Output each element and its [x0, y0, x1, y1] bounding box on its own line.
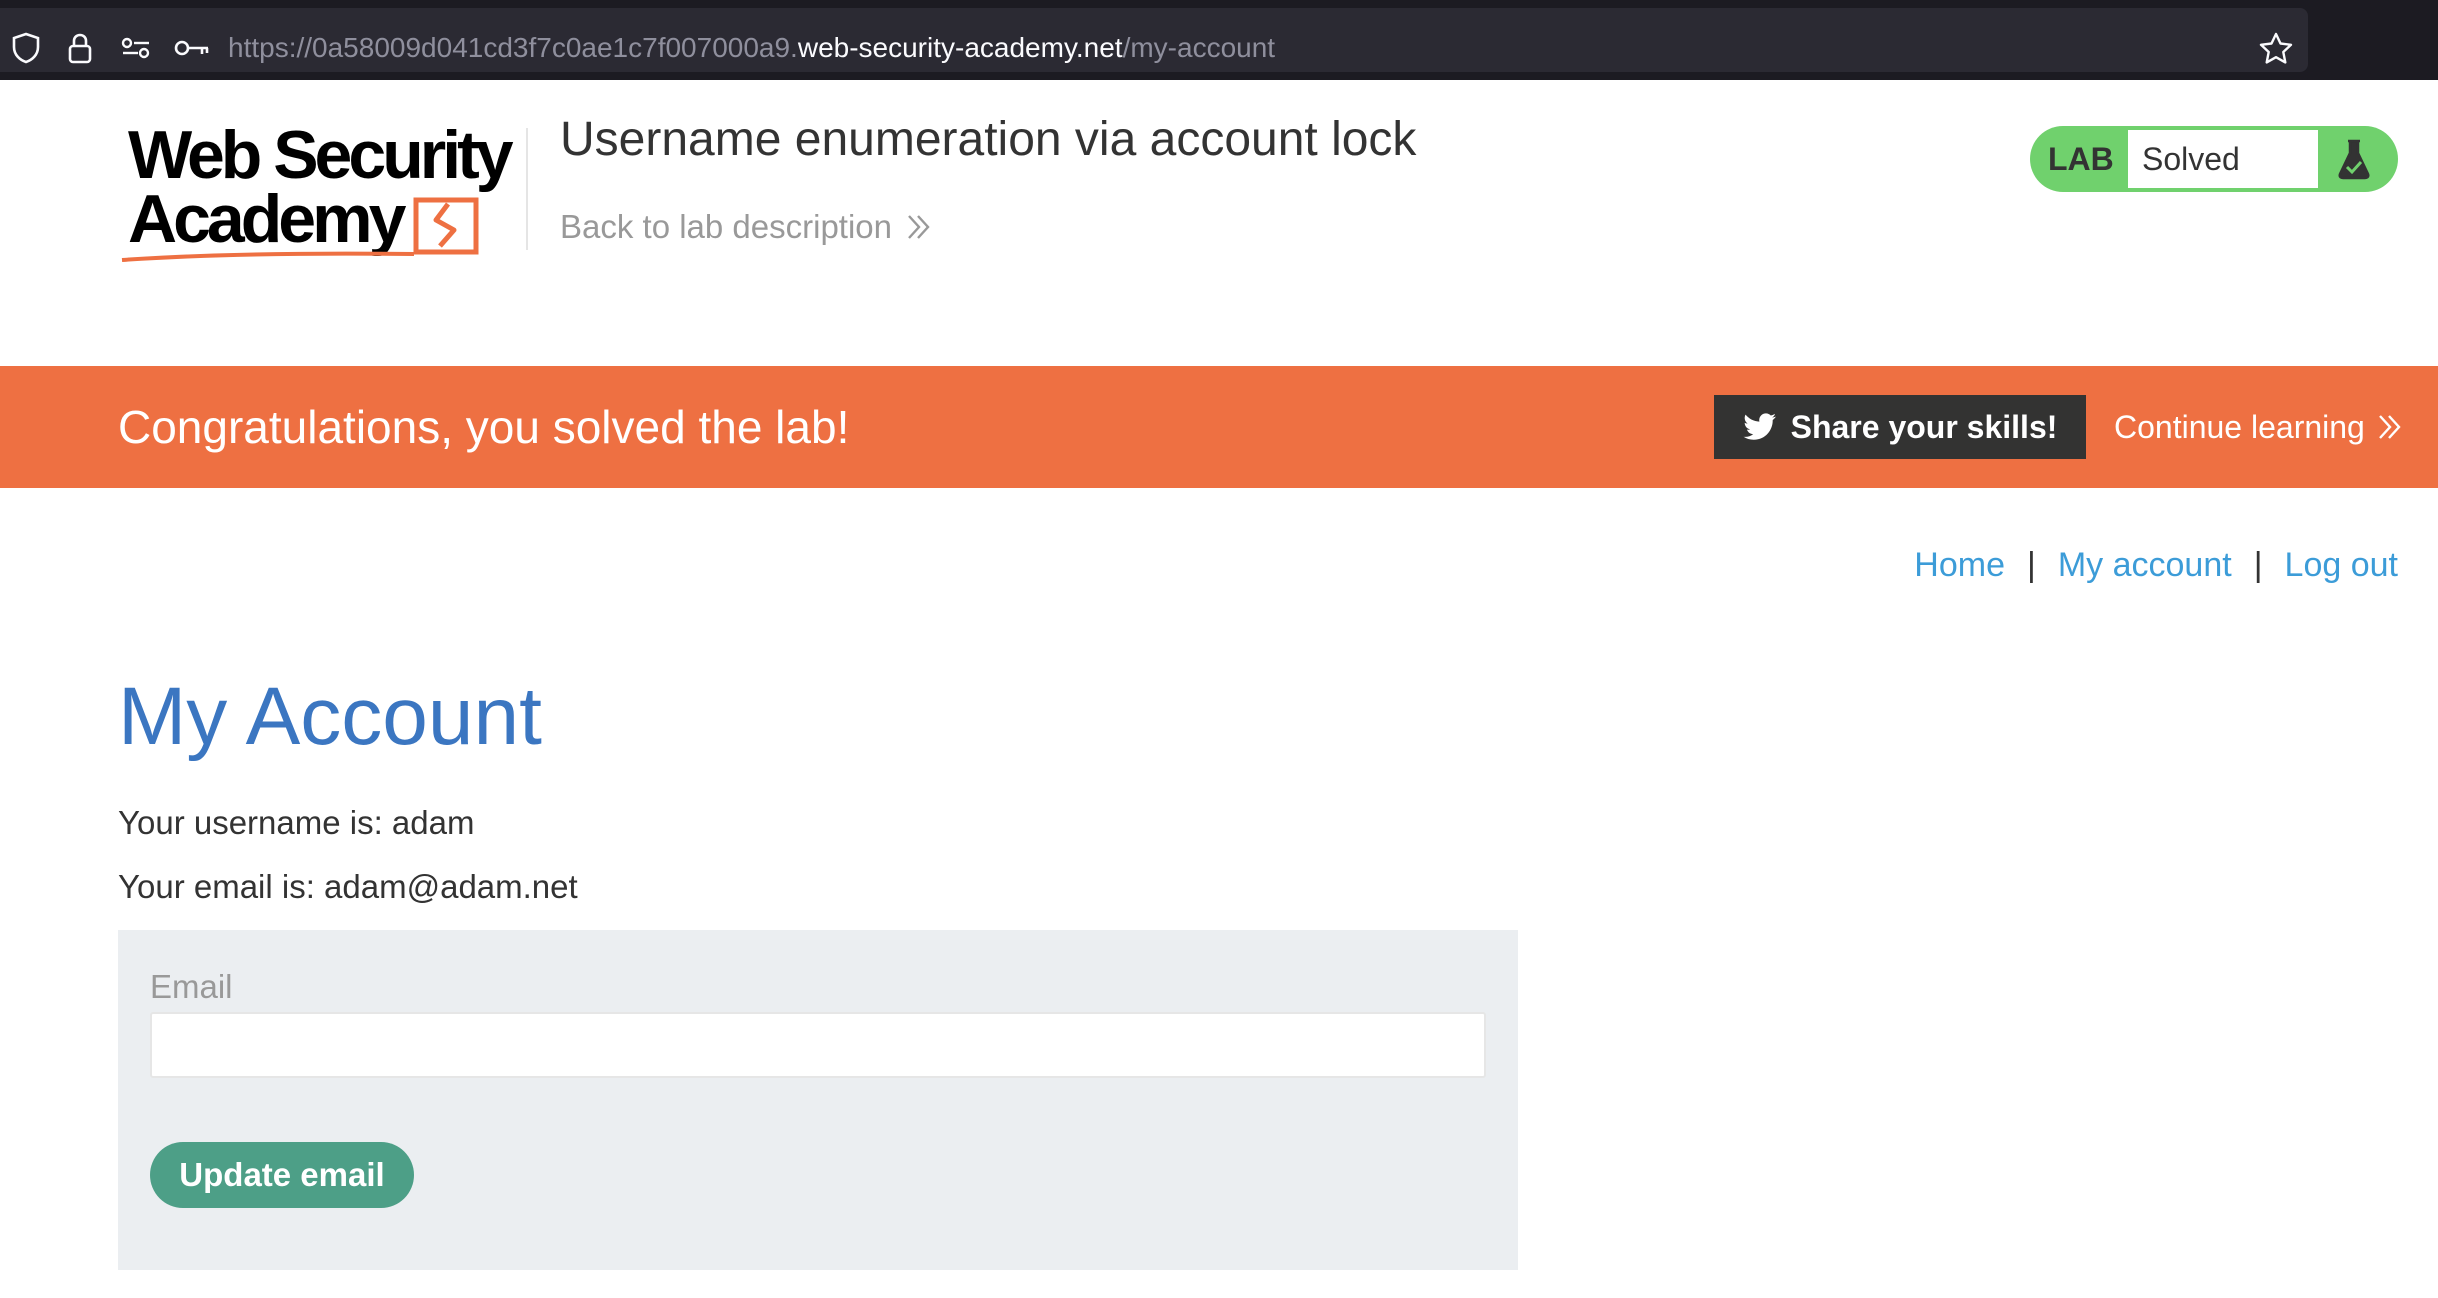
email-field[interactable]: [150, 1012, 1486, 1078]
lock-icon[interactable]: [62, 8, 98, 88]
nav-log-out-link[interactable]: Log out: [2285, 546, 2398, 585]
solved-banner: Congratulations, you solved the lab! Sha…: [0, 366, 2438, 488]
page-title: My Account: [118, 671, 542, 762]
lab-tag: LAB: [2048, 141, 2114, 177]
logo-line2: Academy: [128, 181, 407, 257]
continue-learning-link[interactable]: Continue learning: [2114, 366, 2403, 488]
shield-icon[interactable]: [6, 8, 46, 88]
nav-separator: |: [2253, 546, 2263, 584]
congratulations-message: Congratulations, you solved the lab!: [118, 401, 850, 453]
flask-icon: [2326, 126, 2382, 192]
top-nav: Home | My account | Log out: [1914, 546, 2398, 585]
double-chevron-right-icon: [908, 215, 930, 239]
url-bar[interactable]: https://0a58009d041cd3f7c0ae1c7f007000a9…: [0, 8, 2308, 72]
permissions-icon[interactable]: [118, 8, 154, 88]
lab-status: Solved: [2128, 130, 2318, 188]
nav-my-account-link[interactable]: My account: [2058, 546, 2232, 585]
back-link-label: Back to lab description: [560, 208, 893, 245]
username-info: Your username is: adam: [118, 804, 475, 841]
star-icon[interactable]: [2254, 8, 2298, 88]
twitter-icon: [1743, 413, 1776, 440]
web-security-academy-logo[interactable]: Web Security Academy: [118, 117, 528, 270]
update-email-button[interactable]: Update email: [150, 1142, 414, 1208]
header-divider: [526, 128, 528, 250]
share-button-label: Share your skills!: [1790, 408, 2058, 445]
email-label: Email: [150, 968, 233, 1005]
back-to-lab-description-link[interactable]: Back to lab description: [560, 208, 932, 246]
share-skills-button[interactable]: Share your skills!: [1714, 395, 2086, 459]
lab-status-widget: LAB Solved: [2030, 126, 2398, 192]
continue-learning-label: Continue learning: [2114, 408, 2365, 445]
nav-separator: |: [2027, 546, 2036, 584]
change-email-form: Email Update email: [118, 930, 1518, 1270]
email-info: Your email is: adam@adam.net: [118, 868, 578, 905]
nav-home-link[interactable]: Home: [1914, 546, 2005, 585]
lab-title: Username enumeration via account lock: [560, 113, 1417, 166]
key-icon[interactable]: [172, 8, 212, 88]
browser-toolbar: https://0a58009d041cd3f7c0ae1c7f007000a9…: [0, 0, 2438, 80]
url-text[interactable]: https://0a58009d041cd3f7c0ae1c7f007000a9…: [228, 8, 1275, 88]
double-chevron-right-icon: [2378, 415, 2401, 439]
